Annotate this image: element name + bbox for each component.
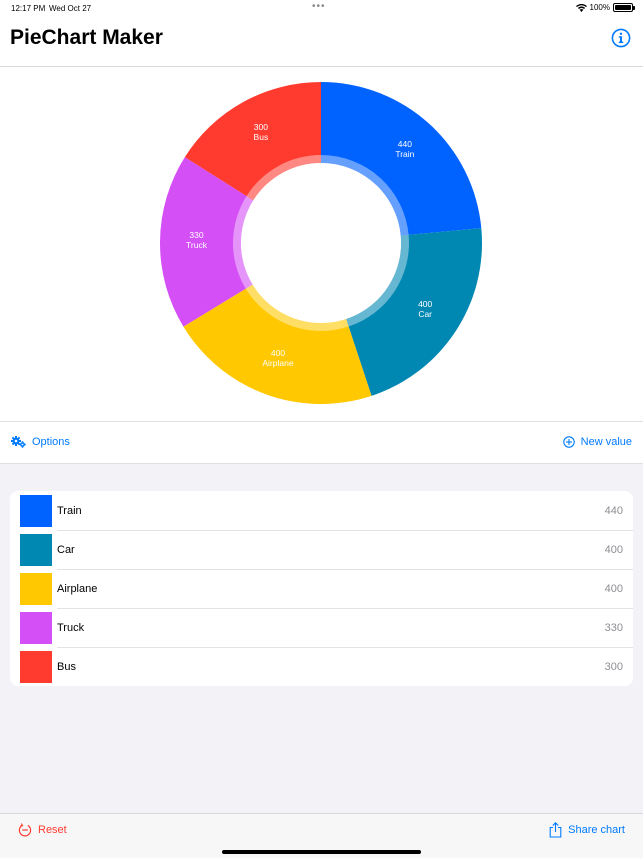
reset-button[interactable]: Reset	[18, 823, 67, 837]
reset-label: Reset	[38, 824, 67, 836]
reset-icon	[18, 823, 32, 837]
share-chart-button[interactable]: Share chart	[549, 822, 625, 838]
home-indicator	[222, 850, 421, 854]
chart-area: 440 Train 400 Car 400 Airplane 330 Truck 300 Bus	[0, 67, 643, 421]
item-value: 400	[604, 543, 623, 556]
actions-bar: Options New value	[0, 421, 643, 464]
gears-icon	[11, 436, 26, 448]
color-swatch	[20, 611, 52, 644]
item-label: Truck	[57, 621, 85, 634]
wifi-icon	[575, 3, 587, 12]
item-value: 440	[604, 504, 623, 517]
list-item[interactable]: Train 440	[10, 491, 633, 530]
list-item[interactable]: Airplane 400	[10, 569, 633, 608]
battery-icon	[613, 3, 635, 12]
info-icon[interactable]	[611, 28, 631, 48]
item-value: 400	[604, 582, 623, 595]
data-label-bus: 300 Bus	[254, 122, 269, 142]
values-list: Train 440 Car 400 Airplane 400 Truck 330…	[10, 491, 633, 686]
pie-chart[interactable]: 440 Train400 Car400 Airplane330 Truck300 Bus	[0, 67, 643, 421]
status-time: 12:17 PM	[11, 4, 46, 13]
options-button[interactable]: Options	[11, 436, 70, 448]
item-label: Airplane	[57, 582, 98, 595]
page-title: PieChart Maker	[10, 26, 163, 49]
item-label: Train	[57, 504, 82, 517]
color-swatch	[20, 572, 52, 605]
color-swatch	[20, 650, 52, 683]
list-item[interactable]: Bus 300	[10, 647, 633, 686]
battery-percentage: 100%	[589, 3, 610, 12]
bottom-toolbar: Reset Share chart	[0, 813, 643, 858]
multitasking-dots-icon[interactable]: •••	[312, 1, 326, 12]
list-item[interactable]: Car 400	[10, 530, 633, 569]
share-label: Share chart	[568, 824, 625, 836]
options-label: Options	[32, 436, 70, 448]
share-icon	[549, 822, 562, 838]
item-label: Bus	[57, 660, 76, 673]
list-item[interactable]: Truck 330	[10, 608, 633, 647]
data-label-train: 440 Train	[395, 139, 414, 159]
plus-circle-icon	[562, 436, 575, 448]
item-value: 330	[604, 621, 623, 634]
color-swatch	[20, 494, 52, 527]
new-value-label: New value	[580, 436, 632, 448]
status-bar: 12:17 PM Wed Oct 27 ••• 100%	[0, 0, 643, 16]
donut-hole	[241, 163, 401, 323]
new-value-button[interactable]: New value	[562, 436, 632, 448]
data-label-car: 400 Car	[418, 299, 432, 319]
item-label: Car	[57, 543, 75, 556]
status-date: Wed Oct 27	[49, 4, 92, 13]
item-value: 300	[604, 660, 623, 673]
navigation-bar: PieChart Maker	[0, 16, 643, 67]
color-swatch	[20, 533, 52, 566]
